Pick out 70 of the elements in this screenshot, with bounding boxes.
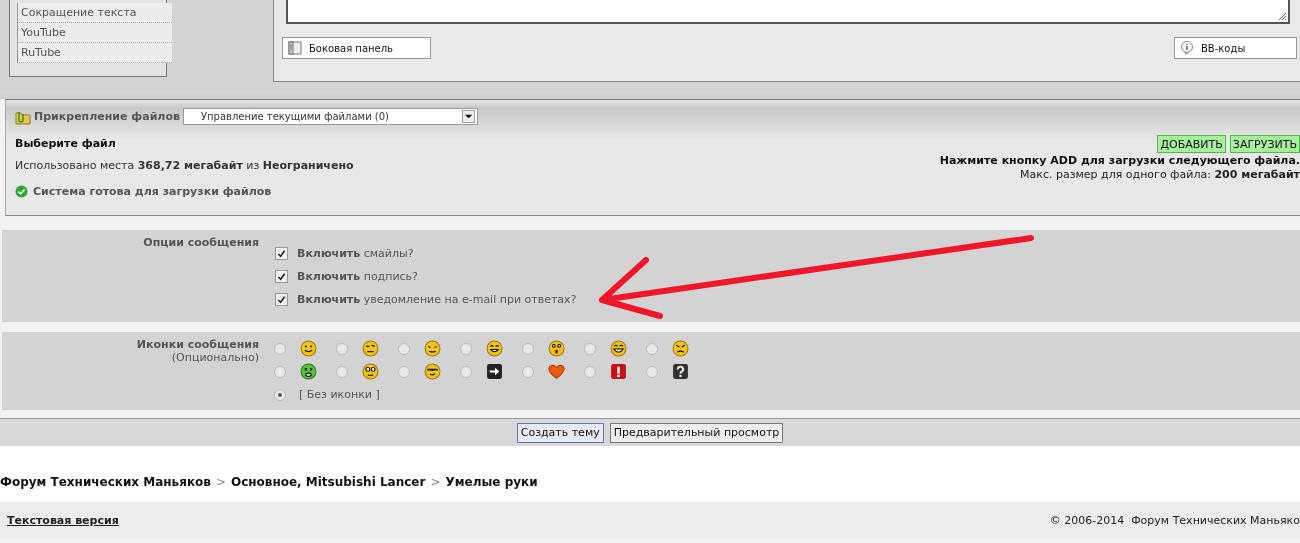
- submit-button[interactable]: Создать тему: [516, 422, 604, 443]
- exclamation-icon[interactable]: [610, 363, 627, 380]
- breadcrumb-link[interactable]: Форум Технических Маньяков: [0, 475, 211, 489]
- upload-status-text: Система готова для загрузки файлов: [33, 185, 272, 198]
- breadcrumb-separator: >: [430, 475, 441, 489]
- upload-action-button[interactable]: ЗАГРУЗИТЬ: [1229, 135, 1300, 153]
- copyright-text: © 2006-2014 Форум Технических Маньяко: [1049, 513, 1300, 527]
- caret-icon: [461, 110, 475, 123]
- checkmark-icon: [277, 249, 286, 258]
- checkmark-icon: [277, 295, 286, 304]
- smiley-icon[interactable]: [300, 363, 317, 380]
- max-file-size-text: Макс. размер для одного файла: 200 мегабайт: [1020, 168, 1300, 181]
- radio-button[interactable]: [522, 342, 534, 355]
- smiley-icon[interactable]: [424, 363, 441, 380]
- smiley-icon[interactable]: [672, 340, 689, 357]
- smiley-icon[interactable]: [300, 340, 317, 357]
- section-sublabel: (Опционально): [170, 351, 259, 364]
- upload-action-button[interactable]: ДОБАВИТЬ: [1157, 135, 1226, 153]
- option-label: Включить подпись?: [297, 270, 418, 283]
- radio-button[interactable]: [274, 365, 286, 378]
- checkbox[interactable]: [275, 247, 288, 260]
- smiley-icon[interactable]: [362, 340, 379, 357]
- sidebar-item[interactable]: YouTube: [17, 23, 172, 43]
- radio-button[interactable]: [398, 365, 410, 378]
- radio-button[interactable]: [584, 342, 596, 355]
- checkbox[interactable]: [275, 293, 288, 306]
- section-label: Опции сообщения: [142, 235, 259, 251]
- message-textarea[interactable]: [286, 0, 1290, 24]
- radio-button[interactable]: [274, 342, 286, 355]
- radio-button[interactable]: [336, 365, 348, 378]
- radio-button[interactable]: [584, 365, 596, 378]
- section-label: Иконки сообщения: [135, 338, 259, 351]
- info-icon: [1180, 41, 1194, 55]
- question-icon[interactable]: [672, 363, 689, 380]
- checkmark-icon: [15, 185, 28, 198]
- radio-button[interactable]: [398, 342, 410, 355]
- radio-button[interactable]: [646, 342, 658, 355]
- breadcrumb-link[interactable]: Умелые руки: [445, 475, 538, 489]
- smiley-icon[interactable]: [362, 363, 379, 380]
- heart-icon[interactable]: [548, 363, 565, 380]
- radio-button[interactable]: [460, 365, 472, 378]
- smiley-icon[interactable]: [486, 340, 503, 357]
- no-icon-label[interactable]: [ Без иконки ]: [299, 388, 380, 401]
- radio-button[interactable]: [646, 365, 658, 378]
- text-version-link[interactable]: Текстовая версия: [7, 513, 119, 527]
- choose-file-label: Выберите файл: [15, 137, 117, 150]
- radio-button[interactable]: [336, 342, 348, 355]
- smiley-icon[interactable]: [548, 340, 565, 357]
- resize-grip-icon[interactable]: [1277, 11, 1287, 21]
- sidebar-item[interactable]: Сокращение текста: [17, 3, 172, 23]
- panel-icon: [288, 41, 302, 55]
- upload-hint-text: Нажмите кнопку ADD для загрузки следующего файла.: [939, 154, 1300, 167]
- smiley-icon[interactable]: [610, 340, 627, 357]
- radio-button[interactable]: [274, 388, 286, 401]
- radio-button[interactable]: [460, 342, 472, 355]
- attachments-title: Прикрепление файлов: [34, 110, 180, 123]
- option-label: Включить уведомление на e-mail при ответах?: [297, 293, 577, 306]
- breadcrumb-separator: >: [215, 475, 226, 489]
- preview-button[interactable]: Предварительный просмотр: [609, 422, 784, 443]
- radio-button[interactable]: [522, 365, 534, 378]
- storage-usage-text: Использовано места 368,72 мегабайт из Неограничено: [15, 159, 355, 172]
- option-label: Включить смайлы?: [297, 247, 414, 260]
- manage-files-dropdown[interactable]: Управление текущими файлами (0): [182, 108, 478, 125]
- sidebar-toggle-button[interactable]: Боковая панель: [282, 37, 431, 59]
- sidebar-item[interactable]: RuTube: [17, 43, 172, 63]
- smiley-icon[interactable]: [424, 340, 441, 357]
- checkmark-icon: [277, 272, 286, 281]
- checkbox[interactable]: [275, 270, 288, 283]
- bb-codes-button[interactable]: BB-коды: [1174, 37, 1297, 59]
- breadcrumb-link[interactable]: Основное, Mitsubishi Lancer: [230, 475, 426, 489]
